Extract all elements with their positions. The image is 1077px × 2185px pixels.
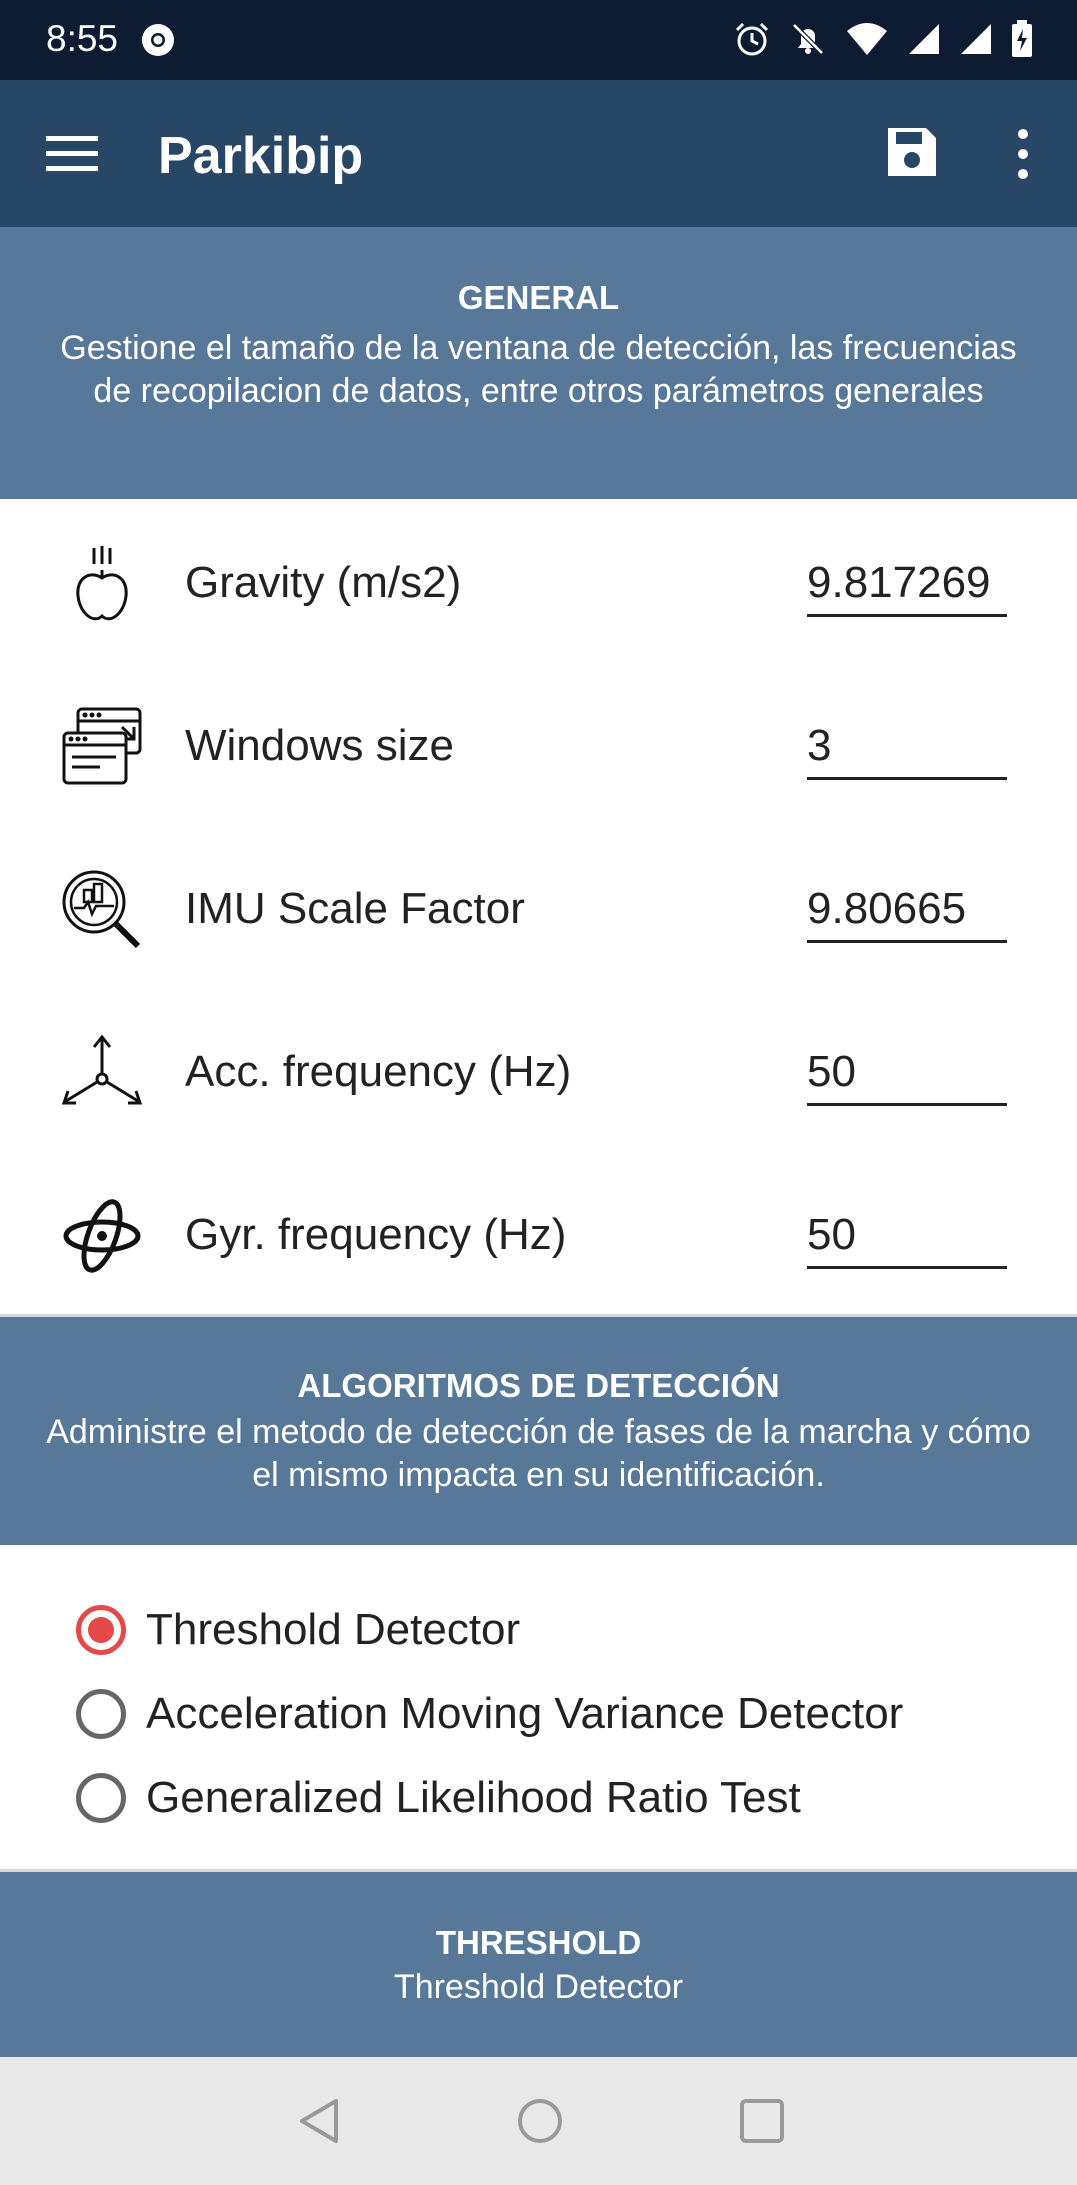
accelerometer-axes-icon (61, 1034, 143, 1105)
setting-row-imu-scale: IMU Scale Factor (0, 828, 1077, 991)
gyroscope-icon (63, 1199, 141, 1273)
gravity-input[interactable] (807, 552, 1007, 617)
status-bar: 8:55 (0, 0, 1077, 80)
battery-charging-icon (1012, 20, 1032, 57)
app-bar: Parkibip (0, 80, 1077, 227)
status-icons (733, 20, 1033, 58)
imu-scale-icon (62, 870, 141, 949)
setting-row-acc-frequency: Acc. frequency (Hz) (0, 991, 1077, 1154)
windows-size-icon (62, 707, 142, 785)
radio-label: Acceleration Moving Variance Detector (146, 1689, 904, 1738)
imu-scale-input[interactable] (807, 878, 1007, 943)
signal-icon (909, 24, 939, 54)
signal-icon-2 (961, 24, 991, 54)
setting-row-windows-size: Windows size (0, 665, 1077, 828)
threshold-section-header: THRESHOLD Threshold Detector (0, 1872, 1077, 2057)
status-time: 8:55 (46, 18, 119, 59)
home-icon[interactable] (514, 2095, 566, 2147)
setting-label: Windows size (185, 721, 454, 770)
setting-row-gyr-frequency: Gyr. frequency (Hz) (0, 1154, 1077, 1317)
setting-label: Gyr. frequency (Hz) (185, 1210, 567, 1259)
section-title: ALGORITMOS DE DETECCIÓN (297, 1367, 780, 1404)
notifications-off-icon (792, 23, 824, 55)
menu-icon[interactable] (46, 132, 98, 176)
alarm-icon (735, 22, 769, 56)
setting-row-gravity: Gravity (m/s2) (0, 502, 1077, 665)
app-title: Parkibip (158, 127, 364, 185)
wifi-icon (847, 23, 887, 55)
section-subtitle: Threshold Detector (393, 1968, 684, 2006)
radio-button[interactable] (76, 1689, 126, 1739)
gravity-apple-icon (76, 546, 128, 621)
algorithms-section-header: ALGORITMOS DE DETECCIÓN Administre el me… (0, 1317, 1077, 1545)
recents-icon[interactable] (736, 2095, 788, 2147)
radio-acceleration-moving-variance[interactable]: Acceleration Moving Variance Detector (76, 1689, 903, 1739)
section-description: Gestione el tamaño de la ventana de dete… (60, 329, 1017, 410)
section-title: THRESHOLD (435, 1924, 642, 1961)
setting-label: Acc. frequency (Hz) (185, 1047, 572, 1096)
system-nav-bar (0, 2057, 1077, 2185)
more-vert-icon[interactable] (1005, 124, 1041, 184)
radio-label: Generalized Likelihood Ratio Test (146, 1773, 801, 1822)
radio-button[interactable] (76, 1773, 126, 1823)
back-icon[interactable] (294, 2095, 346, 2147)
setting-label: Gravity (m/s2) (185, 558, 462, 607)
radio-button[interactable] (76, 1605, 126, 1655)
section-description: Administre el metodo de detección de fas… (46, 1413, 1031, 1494)
radio-generalized-likelihood-ratio[interactable]: Generalized Likelihood Ratio Test (76, 1773, 801, 1823)
save-icon[interactable] (884, 124, 940, 180)
gyr-frequency-input[interactable] (807, 1204, 1007, 1269)
radio-label: Threshold Detector (146, 1605, 521, 1654)
chrome-icon (142, 24, 174, 56)
acc-frequency-input[interactable] (807, 1041, 1007, 1106)
setting-label: IMU Scale Factor (185, 884, 525, 933)
section-title: GENERAL (457, 279, 620, 316)
general-section-header: GENERAL Gestione el tamaño de la ventana… (0, 227, 1077, 499)
radio-threshold-detector[interactable]: Threshold Detector (76, 1605, 520, 1655)
windows-size-input[interactable] (807, 715, 1007, 780)
